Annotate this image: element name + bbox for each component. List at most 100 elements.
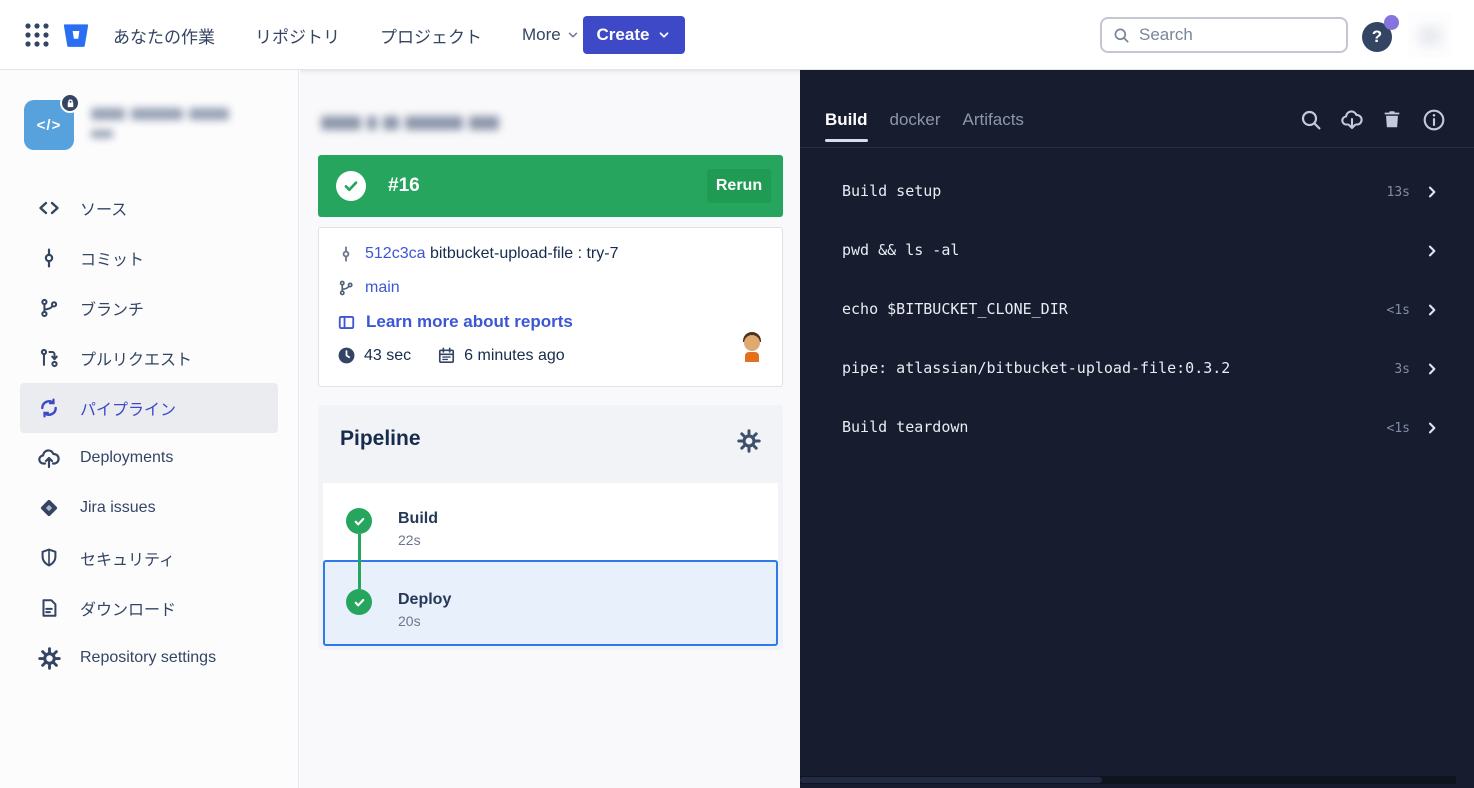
run-number: #16 bbox=[388, 175, 420, 196]
search-box bbox=[1100, 17, 1348, 53]
user-avatar[interactable] bbox=[1408, 12, 1452, 58]
commit-row: 512c3ca bitbucket-upload-file : try-7 bbox=[337, 245, 618, 263]
log-row-echo-clone-dir[interactable]: echo $BITBUCKET_CLONE_DIR <1s bbox=[822, 288, 1452, 332]
committer-avatar[interactable] bbox=[738, 332, 766, 368]
sidebar-item-pipelines[interactable]: パイプライン bbox=[20, 383, 278, 433]
run-time-ago: 6 minutes ago bbox=[464, 346, 565, 364]
sidebar-item-repository-settings[interactable]: Repository settings bbox=[20, 633, 278, 683]
log-row-build-teardown[interactable]: Build teardown <1s bbox=[822, 406, 1452, 450]
sidebar-item-security[interactable]: セキュリティ bbox=[20, 533, 278, 583]
reports-link[interactable]: Learn more about reports bbox=[366, 312, 573, 332]
pipelines-icon bbox=[36, 395, 62, 421]
log-row-pwd-ls[interactable]: pwd && ls -al bbox=[822, 229, 1452, 273]
chevron-down-icon bbox=[566, 28, 580, 42]
sidebar-item-deployments[interactable]: Deployments bbox=[20, 433, 278, 483]
repository-name-redacted[interactable] bbox=[88, 106, 246, 145]
step-connector bbox=[358, 534, 361, 589]
menu-repositories[interactable]: リポジトリ bbox=[255, 23, 340, 48]
commit-card: 512c3ca bitbucket-upload-file : try-7 ma… bbox=[318, 227, 783, 387]
menu-your-work[interactable]: あなたの作業 bbox=[113, 23, 215, 48]
chevron-right-icon bbox=[1424, 420, 1440, 436]
tab-artifacts[interactable]: Artifacts bbox=[963, 110, 1024, 142]
repository-avatar[interactable]: </> bbox=[24, 93, 80, 150]
step-duration-deploy: 20s bbox=[398, 613, 421, 629]
lock-icon bbox=[60, 93, 80, 113]
repository-header: </> bbox=[24, 93, 246, 150]
step-duration-build: 22s bbox=[398, 532, 421, 548]
commit-icon bbox=[337, 245, 355, 263]
search-icon bbox=[1112, 26, 1131, 45]
tab-build[interactable]: Build bbox=[825, 110, 868, 142]
app-grid-icon[interactable] bbox=[24, 22, 50, 48]
bitbucket-logo[interactable] bbox=[61, 20, 91, 50]
chevron-right-icon bbox=[1424, 302, 1440, 318]
shield-icon bbox=[36, 545, 62, 571]
check-icon bbox=[336, 171, 366, 201]
log-tabs: Build docker Artifacts bbox=[825, 110, 1024, 142]
meta-row: 43 sec 6 minutes ago bbox=[337, 346, 565, 365]
info-icon[interactable] bbox=[1422, 108, 1446, 132]
log-search-icon[interactable] bbox=[1299, 108, 1323, 132]
sidebar-item-downloads[interactable]: ダウンロード bbox=[20, 583, 278, 633]
log-row-build-setup[interactable]: Build setup 13s bbox=[822, 170, 1452, 214]
branch-icon bbox=[36, 295, 62, 321]
tab-divider bbox=[800, 147, 1474, 148]
notification-dot bbox=[1384, 15, 1399, 30]
run-duration: 43 sec bbox=[364, 346, 412, 364]
commit-message: bitbucket-upload-file : try-7 bbox=[429, 245, 619, 262]
sidebar-item-commits[interactable]: コミット bbox=[20, 233, 278, 283]
sidebar-item-pull-requests[interactable]: プルリクエスト bbox=[20, 333, 278, 383]
chevron-right-icon bbox=[1424, 361, 1440, 377]
pipeline-summary-column: #16 Rerun 512c3ca bitbucket-upload-file … bbox=[300, 70, 800, 788]
source-icon bbox=[36, 195, 62, 221]
run-status-banner: #16 Rerun bbox=[318, 155, 783, 217]
trash-icon[interactable] bbox=[1381, 108, 1405, 132]
page-title-redacted bbox=[318, 114, 528, 137]
chevron-down-icon bbox=[657, 28, 671, 42]
create-button[interactable]: Create bbox=[583, 16, 685, 54]
calendar-icon bbox=[437, 346, 456, 365]
tab-docker[interactable]: docker bbox=[890, 110, 941, 142]
chevron-right-icon bbox=[1424, 184, 1440, 200]
commit-hash-link[interactable]: 512c3ca bbox=[365, 245, 426, 262]
horizontal-scrollbar[interactable] bbox=[800, 776, 1456, 784]
commit-icon bbox=[36, 245, 62, 271]
branch-row: main bbox=[337, 279, 400, 297]
pipeline-settings-gear-icon[interactable] bbox=[737, 429, 761, 453]
jira-icon bbox=[36, 495, 62, 521]
repository-sidebar: </> ソース コミット ブランチ プルリクエスト パイプライン Deploym… bbox=[0, 70, 299, 788]
cloud-download-icon[interactable] bbox=[1340, 108, 1364, 132]
log-row-pipe-upload-file[interactable]: pipe: atlassian/bitbucket-upload-file:0.… bbox=[822, 347, 1452, 391]
branch-icon bbox=[337, 279, 355, 297]
sidebar-item-branches[interactable]: ブランチ bbox=[20, 283, 278, 333]
reports-icon bbox=[337, 313, 356, 332]
branch-link[interactable]: main bbox=[365, 279, 400, 297]
document-icon bbox=[36, 595, 62, 621]
pull-request-icon bbox=[36, 345, 62, 371]
pipeline-steps: Build 22s Deploy 20s bbox=[323, 483, 778, 646]
cloud-upload-icon bbox=[36, 445, 62, 471]
menu-projects[interactable]: プロジェクト bbox=[380, 23, 482, 48]
pipeline-card: Pipeline Build 22s Deploy 20s bbox=[318, 405, 783, 650]
step-row-build[interactable] bbox=[323, 483, 778, 560]
build-log-panel: Build docker Artifacts Build setup 13s p… bbox=[800, 70, 1474, 788]
navbar-menu: あなたの作業 リポジトリ プロジェクト More bbox=[113, 0, 580, 70]
sidebar-item-source[interactable]: ソース bbox=[20, 183, 278, 233]
gear-icon bbox=[36, 645, 62, 671]
step-name-build: Build bbox=[398, 510, 438, 527]
reports-row: Learn more about reports bbox=[337, 312, 573, 332]
search-input[interactable] bbox=[1139, 25, 1319, 45]
rerun-button[interactable]: Rerun bbox=[707, 169, 771, 203]
log-actions bbox=[1299, 108, 1446, 132]
step-name-deploy: Deploy bbox=[398, 591, 452, 608]
chevron-right-icon bbox=[1424, 243, 1440, 259]
clock-icon bbox=[337, 346, 356, 365]
pipeline-card-title: Pipeline bbox=[340, 427, 421, 450]
step-row-deploy[interactable] bbox=[323, 560, 778, 646]
check-icon bbox=[346, 589, 372, 615]
check-icon bbox=[346, 508, 372, 534]
top-navbar: あなたの作業 リポジトリ プロジェクト More Create ? bbox=[0, 0, 1474, 70]
sidebar-item-jira-issues[interactable]: Jira issues bbox=[20, 483, 278, 533]
menu-more[interactable]: More bbox=[522, 25, 580, 45]
sidebar-nav: ソース コミット ブランチ プルリクエスト パイプライン Deployments… bbox=[0, 183, 298, 683]
